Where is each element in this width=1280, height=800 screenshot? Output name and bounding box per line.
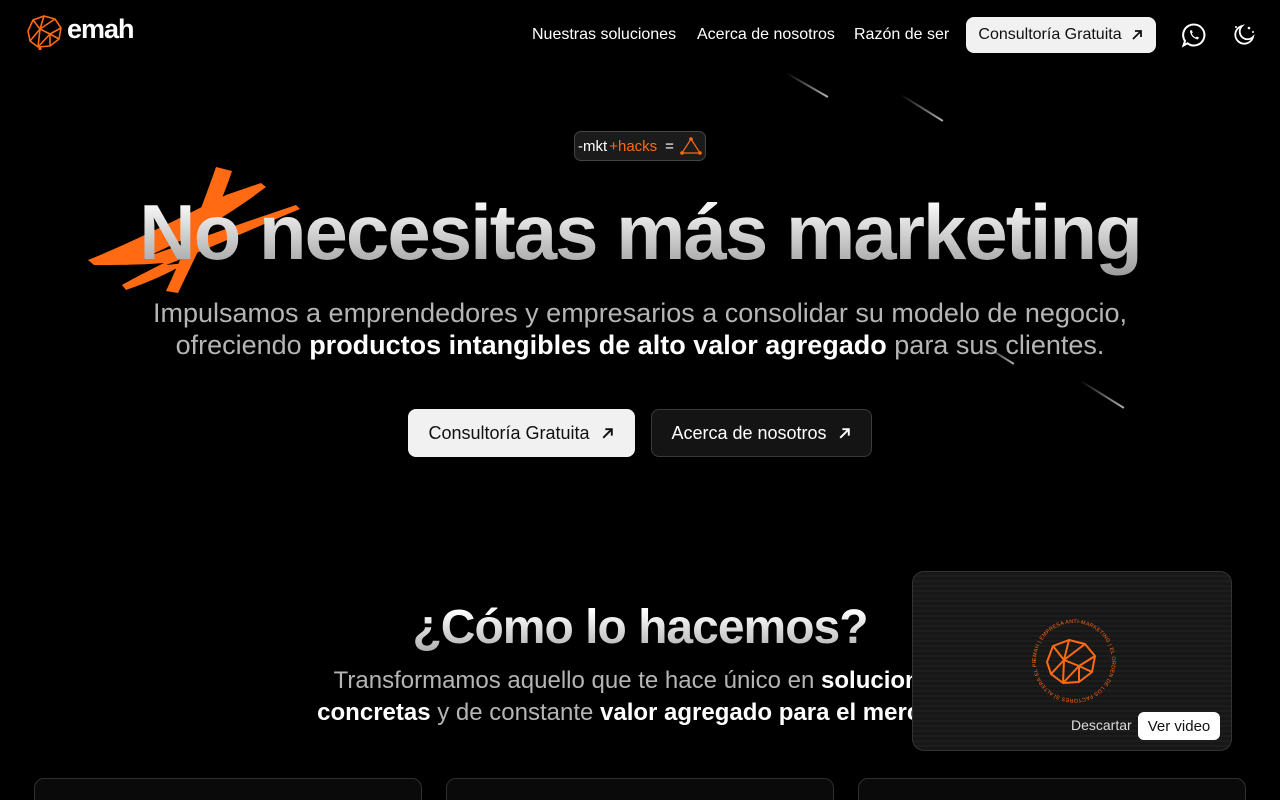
arrow-up-right-icon [602, 427, 613, 438]
triangle-network-icon [680, 137, 702, 155]
shooting-star [1079, 379, 1125, 409]
arrow-up-right-icon [839, 427, 850, 438]
nav-consulting-label: Consultoría Gratuita [978, 26, 1122, 43]
nav-link-solutions[interactable]: Nuestras soluciones [532, 26, 676, 44]
emah-seal-icon: EMAH | EMPRESA ANTI-MARKETING | EL ORDEN… [1029, 616, 1116, 703]
shooting-star [786, 72, 829, 98]
hero-subtitle: Impulsamos a emprendedores y empresarios… [140, 297, 1140, 361]
shooting-star [900, 93, 944, 122]
seal-ring-text: EMAH | EMPRESA ANTI-MARKETING | EL ORDEN… [1029, 616, 1116, 703]
hero-title: No necesitas más marketing [0, 189, 1280, 276]
brain-logo-icon [27, 15, 62, 50]
whatsapp-button[interactable] [1179, 20, 1209, 50]
feature-card [446, 778, 834, 800]
hero-consulting-label: Consultoría Gratuita [428, 422, 590, 443]
how-subtitle-mid: y de constante [430, 699, 601, 726]
brand-name: emah [67, 13, 135, 44]
badge-minus-text: -mkt [578, 137, 608, 155]
hero-subtitle-highlight: productos intangibles de alto valor agre… [309, 330, 887, 360]
mkt-hacks-badge: -mkt +hacks = [574, 131, 706, 161]
badge-equals-text: = [665, 137, 674, 155]
feature-card [858, 778, 1246, 800]
how-subtitle-highlight-2: valor agregado para el mercado [600, 699, 963, 726]
how-subtitle-text: Transformamos aquello que te hace único … [333, 667, 822, 694]
arrow-up-right-icon [1131, 30, 1142, 40]
nav-link-purpose[interactable]: Razón de ser [854, 26, 949, 44]
svg-text:EMAH | EMPRESA ANTI-MARKETING: EMAH | EMPRESA ANTI-MARKETING | EL ORDEN… [1029, 616, 1116, 703]
how-section-subtitle: Transformamos aquello que te hace único … [300, 665, 980, 729]
whatsapp-icon [1181, 23, 1206, 48]
theme-toggle-button[interactable] [1229, 20, 1259, 50]
nav-link-about[interactable]: Acerca de nosotros [697, 26, 835, 44]
hero-about-button[interactable]: Acerca de nosotros [651, 409, 872, 457]
site-header: emah Nuestras soluciones Acerca de nosot… [0, 0, 1280, 70]
brand-logo[interactable]: emah [24, 13, 135, 50]
badge-plus-text: +hacks [609, 137, 658, 155]
video-watch-button[interactable]: Ver video [1138, 712, 1220, 740]
video-dismiss-button[interactable]: Descartar [1071, 717, 1132, 733]
feature-card [34, 778, 422, 800]
hero-consulting-button[interactable]: Consultoría Gratuita [408, 409, 635, 457]
moon-stars-icon [1234, 24, 1255, 45]
nav-consulting-button[interactable]: Consultoría Gratuita [966, 17, 1156, 53]
hero-subtitle-end: para sus clientes. [886, 330, 1105, 360]
hero-about-label: Acerca de nosotros [671, 422, 827, 443]
video-popup[interactable]: EMAH | EMPRESA ANTI-MARKETING | EL ORDEN… [912, 571, 1232, 751]
